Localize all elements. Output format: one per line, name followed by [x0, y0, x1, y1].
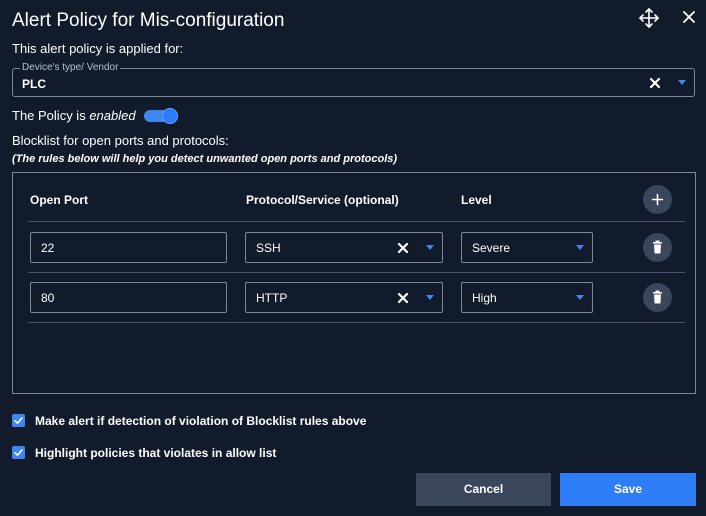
- blocklist-note: (The rules below will help you detect un…: [12, 153, 398, 165]
- add-rule-button[interactable]: [643, 185, 672, 214]
- chevron-down-icon[interactable]: [678, 80, 686, 85]
- delete-rule-button[interactable]: [643, 283, 672, 312]
- chevron-down-icon[interactable]: [576, 245, 584, 250]
- save-button[interactable]: Save: [560, 473, 696, 506]
- policy-enabled-toggle[interactable]: [144, 108, 178, 124]
- protocol-select[interactable]: SSH: [245, 232, 443, 263]
- trash-icon: [653, 290, 662, 304]
- protocol-select[interactable]: HTTP: [245, 282, 443, 313]
- highlight-allow-label: Highlight policies that violates in allo…: [35, 446, 277, 460]
- row-divider: [28, 272, 685, 273]
- policy-status: The Policy is enabled: [12, 108, 136, 124]
- column-header-protocol: Protocol/Service (optional): [246, 193, 399, 207]
- move-icon[interactable]: [638, 7, 660, 29]
- clear-icon[interactable]: [648, 76, 662, 90]
- level-select[interactable]: High: [461, 282, 593, 313]
- applied-for-label: This alert policy is applied for:: [12, 41, 184, 56]
- column-header-open-port: Open Port: [30, 193, 89, 207]
- alert-violation-label: Make alert if detection of violation of …: [35, 414, 367, 428]
- protocol-value: SSH: [256, 241, 281, 255]
- protocol-value: HTTP: [256, 291, 288, 305]
- cancel-button[interactable]: Cancel: [416, 473, 551, 506]
- column-header-level: Level: [461, 193, 492, 207]
- policy-status-state: enabled: [89, 108, 136, 123]
- level-value: Severe: [472, 241, 511, 255]
- checkmark-icon: [14, 417, 23, 424]
- toggle-knob: [162, 108, 178, 124]
- plus-icon: [651, 193, 664, 206]
- port-input[interactable]: 22: [30, 232, 227, 263]
- alert-violation-checkbox[interactable]: [12, 414, 25, 427]
- row-divider: [28, 322, 685, 323]
- policy-status-prefix: The Policy is: [12, 108, 86, 123]
- device-type-field-label: Device's type/ Vendor: [20, 62, 121, 74]
- port-value: 22: [41, 241, 55, 255]
- highlight-allow-checkbox[interactable]: [12, 446, 25, 459]
- clear-icon[interactable]: [396, 241, 410, 255]
- blocklist-title: Blocklist for open ports and protocols:: [12, 133, 229, 148]
- row-divider: [28, 221, 685, 222]
- chevron-down-icon[interactable]: [426, 245, 434, 250]
- clear-icon[interactable]: [396, 291, 410, 305]
- checkmark-icon: [14, 449, 23, 456]
- port-value: 80: [41, 291, 55, 305]
- dialog-title: Alert Policy for Mis-configuration: [12, 10, 285, 31]
- trash-icon: [653, 240, 662, 254]
- level-select[interactable]: Severe: [461, 232, 593, 263]
- close-icon[interactable]: [680, 8, 698, 26]
- delete-rule-button[interactable]: [643, 233, 672, 262]
- level-value: High: [472, 291, 497, 305]
- port-input[interactable]: 80: [30, 282, 227, 313]
- chevron-down-icon[interactable]: [426, 295, 434, 300]
- device-type-value: PLC: [22, 77, 46, 91]
- chevron-down-icon[interactable]: [576, 295, 584, 300]
